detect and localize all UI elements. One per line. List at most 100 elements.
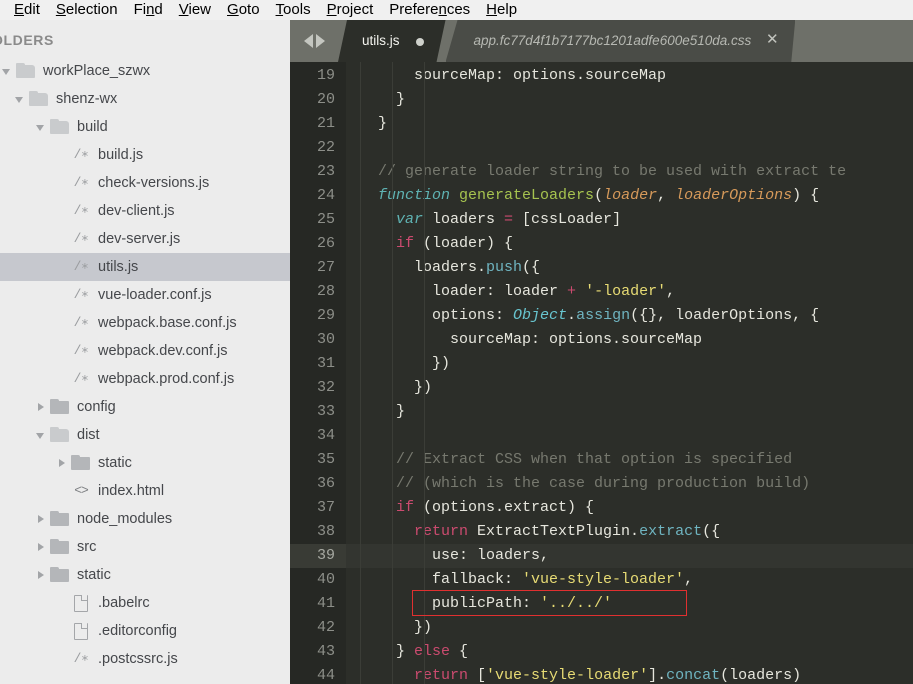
tab-utils-js[interactable]: utils.js: [338, 20, 446, 62]
chevron-right-icon[interactable]: [34, 568, 48, 582]
arrow-spacer: [55, 596, 69, 610]
token-pl: }: [360, 643, 415, 660]
tab-nav-group[interactable]: [290, 20, 338, 62]
code-line[interactable]: [346, 424, 913, 448]
code-line[interactable]: }): [346, 352, 913, 376]
code-text-area[interactable]: sourceMap: options.sourceMap } } // gene…: [346, 62, 913, 684]
token-pl: }): [360, 379, 433, 396]
code-line[interactable]: } else {: [346, 640, 913, 664]
tree-item-vue-loader-conf-js[interactable]: /∗ vue-loader.conf.js: [0, 281, 290, 309]
menu-item-find[interactable]: Find: [126, 0, 171, 20]
code-lines[interactable]: sourceMap: options.sourceMap } } // gene…: [346, 64, 913, 684]
tree-item-check-versions-js[interactable]: /∗ check-versions.js: [0, 169, 290, 197]
tree-item-workplace-szwx[interactable]: workPlace_szwx: [0, 57, 290, 85]
chevron-right-icon[interactable]: [315, 34, 325, 48]
tree-item-dist[interactable]: dist: [0, 421, 290, 449]
code-line[interactable]: [346, 136, 913, 160]
code-line[interactable]: // (which is the case during production …: [346, 472, 913, 496]
menu-item-selection[interactable]: Selection: [48, 0, 126, 20]
tree-item-label: webpack.prod.conf.js: [98, 371, 235, 387]
tree-item-dev-client-js[interactable]: /∗ dev-client.js: [0, 197, 290, 225]
tree-item-utils-js[interactable]: /∗ utils.js: [0, 253, 290, 281]
chevron-down-icon[interactable]: [13, 92, 27, 106]
menu-item-view[interactable]: View: [171, 0, 219, 20]
code-line[interactable]: }: [346, 400, 913, 424]
line-number: 39: [290, 544, 346, 568]
menu-item-tools[interactable]: Tools: [268, 0, 319, 20]
chevron-down-icon[interactable]: [0, 64, 14, 78]
code-line[interactable]: }): [346, 376, 913, 400]
tree-item-build-js[interactable]: /∗ build.js: [0, 141, 290, 169]
chevron-right-icon[interactable]: [55, 456, 69, 470]
tree-item--editorconfig[interactable]: .editorconfig: [0, 617, 290, 645]
code-line[interactable]: }: [346, 88, 913, 112]
code-line[interactable]: loaders.push({: [346, 256, 913, 280]
code-line[interactable]: loader: loader + '-loader',: [346, 280, 913, 304]
chevron-right-icon[interactable]: [34, 512, 48, 526]
chevron-down-icon[interactable]: [34, 428, 48, 442]
chevron-left-icon[interactable]: [303, 34, 313, 48]
code-line[interactable]: // Extract CSS when that option is speci…: [346, 448, 913, 472]
folder-open-icon: [27, 91, 51, 107]
code-line[interactable]: function generateLoaders(loader, loaderO…: [346, 184, 913, 208]
menu-item-preferences[interactable]: Preferences: [381, 0, 478, 20]
token-kw2: function: [360, 187, 460, 204]
token-kw2: var: [360, 211, 433, 228]
chevron-right-icon[interactable]: [34, 540, 48, 554]
chevron-right-icon[interactable]: [34, 400, 48, 414]
token-com: // (which is the case during production …: [360, 475, 811, 492]
tree-item-webpack-base-conf-js[interactable]: /∗ webpack.base.conf.js: [0, 309, 290, 337]
chevron-down-icon[interactable]: [34, 120, 48, 134]
tree-item-config[interactable]: config: [0, 393, 290, 421]
code-area[interactable]: 19 20 21 22 23 24 25 26 27 28 29 30 31 32 33 34 35 36 37 38…: [290, 62, 913, 684]
code-line[interactable]: if (options.extract) {: [346, 496, 913, 520]
menu-item-help[interactable]: Help: [478, 0, 525, 20]
line-number: 29: [316, 307, 335, 324]
tree-item-webpack-dev-conf-js[interactable]: /∗ webpack.dev.conf.js: [0, 337, 290, 365]
folder-tree[interactable]: workPlace_szwx shenz-wx build /∗ build.js /∗ c…: [0, 57, 290, 673]
token-str: '-loader': [585, 283, 667, 300]
code-line[interactable]: fallback: 'vue-style-loader',: [346, 568, 913, 592]
tree-item-static[interactable]: static: [0, 561, 290, 589]
tree-item-shenz-wx[interactable]: shenz-wx: [0, 85, 290, 113]
tree-item-label: check-versions.js: [98, 175, 210, 191]
code-line[interactable]: publicPath: '../../': [346, 592, 913, 616]
tree-item-node-modules[interactable]: node_modules: [0, 505, 290, 533]
tree-item-webpack-prod-conf-js[interactable]: /∗ webpack.prod.conf.js: [0, 365, 290, 393]
code-line[interactable]: // generate loader string to be used wit…: [346, 160, 913, 184]
token-fn2: concat: [666, 667, 721, 684]
code-line[interactable]: return ['vue-style-loader'].concat(loade…: [346, 664, 913, 684]
tree-item-index-html[interactable]: <> index.html: [0, 477, 290, 505]
tree-item-src[interactable]: src: [0, 533, 290, 561]
tree-item-static[interactable]: static: [0, 449, 290, 477]
tree-item--babelrc[interactable]: .babelrc: [0, 589, 290, 617]
tree-item-build[interactable]: build: [0, 113, 290, 141]
code-line[interactable]: }: [346, 112, 913, 136]
arrow-spacer: [55, 204, 69, 218]
menu-item-edit[interactable]: Edit: [6, 0, 48, 20]
menu-item-goto[interactable]: Goto: [219, 0, 268, 20]
line-number: 24: [316, 187, 335, 204]
tree-item-dev-server-js[interactable]: /∗ dev-server.js: [0, 225, 290, 253]
token-par: loader: [603, 187, 658, 204]
line-number: 40: [316, 571, 335, 588]
code-line[interactable]: var loaders = [cssLoader]: [346, 208, 913, 232]
tree-item-label: node_modules: [77, 511, 173, 527]
tab-label: utils.js: [362, 33, 400, 48]
code-line[interactable]: return ExtractTextPlugin.extract({: [346, 520, 913, 544]
code-line[interactable]: sourceMap: options.sourceMap: [346, 328, 913, 352]
code-line[interactable]: if (loader) {: [346, 232, 913, 256]
token-pl: }: [360, 91, 406, 108]
tree-item--postcssrc-js[interactable]: /∗ .postcssrc.js: [0, 645, 290, 673]
token-fn: generateLoaders: [459, 187, 595, 204]
code-line[interactable]: sourceMap: options.sourceMap: [346, 64, 913, 88]
tab-app-css[interactable]: app.fc77d4f1b7177bc1201adfe600e510da.css…: [446, 20, 796, 62]
code-line[interactable]: }): [346, 616, 913, 640]
folder-open-icon: [48, 119, 72, 135]
code-line[interactable]: use: loaders,: [346, 544, 913, 568]
folders-sidebar[interactable]: OLDERS workPlace_szwx shenz-wx build /∗ buil…: [0, 20, 290, 684]
menu-item-project[interactable]: Project: [319, 0, 382, 20]
code-line[interactable]: options: Object.assign({}, loaderOptions…: [346, 304, 913, 328]
token-pl: }): [360, 619, 433, 636]
close-icon[interactable]: ✕: [765, 33, 779, 47]
